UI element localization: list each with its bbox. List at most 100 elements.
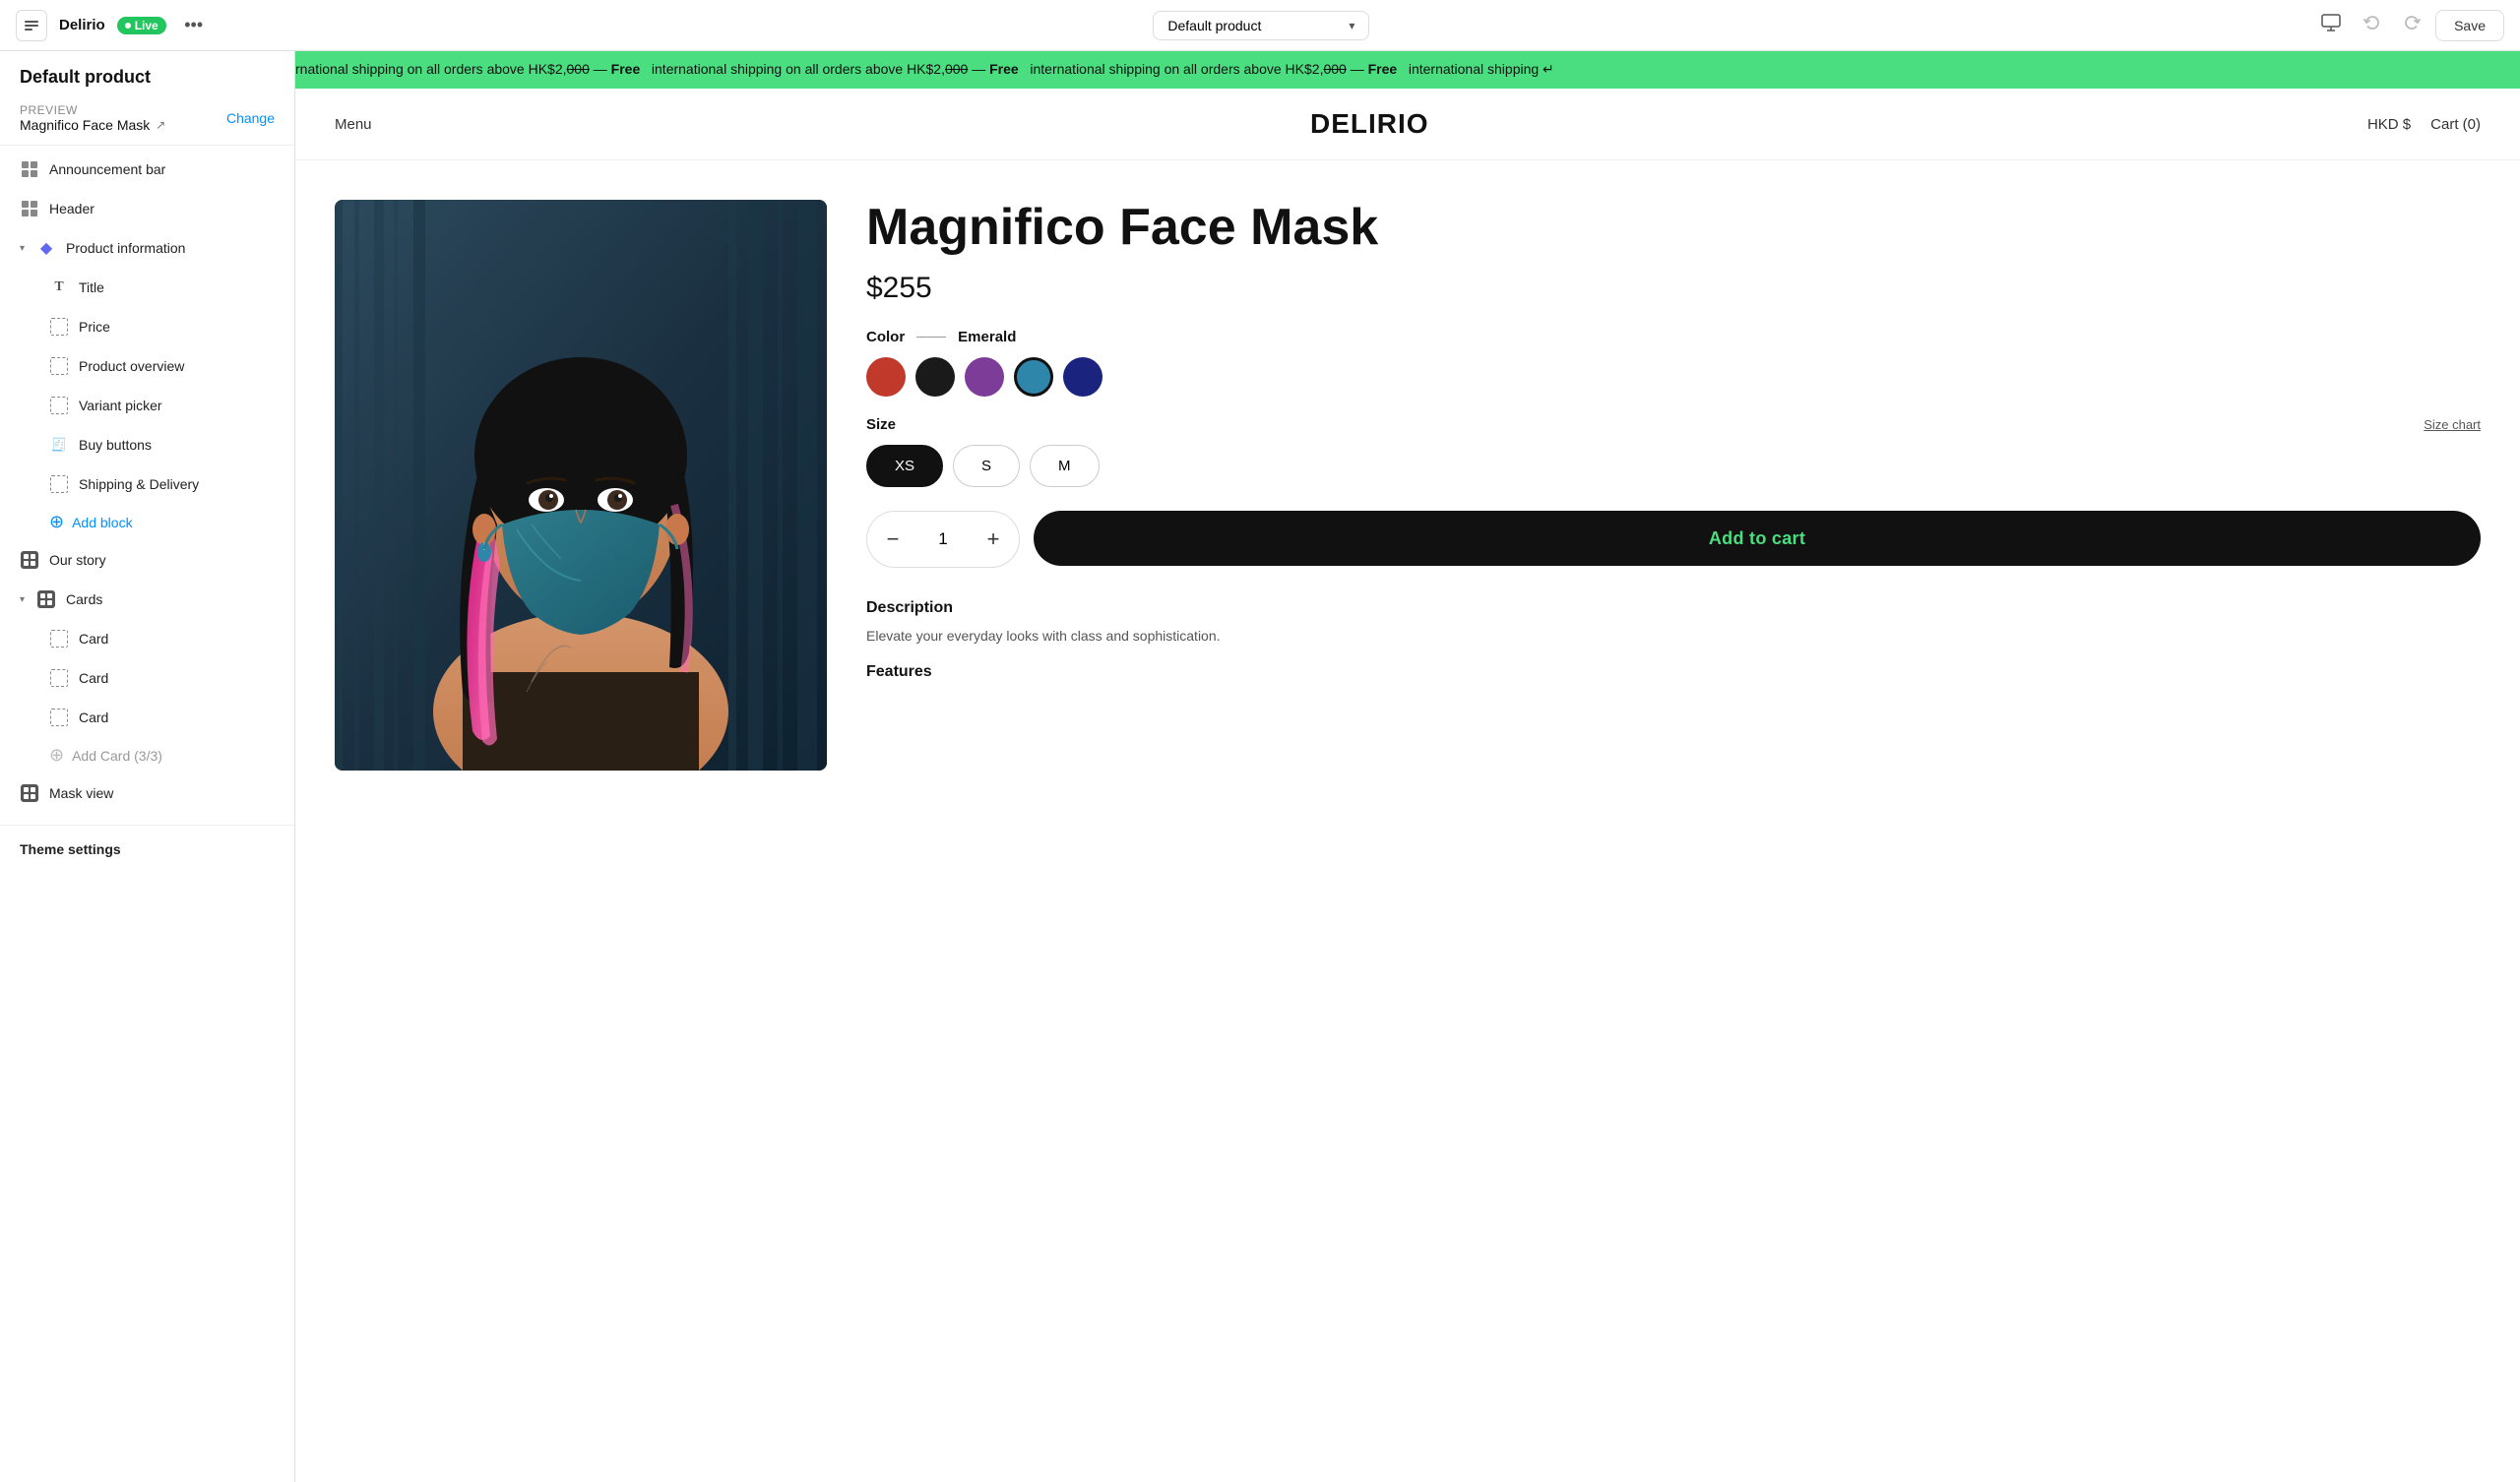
product-overview-icon — [49, 356, 69, 376]
sidebar-header: Default product — [0, 51, 294, 95]
live-label: Live — [135, 19, 158, 32]
product-image-svg — [335, 200, 827, 771]
add-block-label: Add block — [72, 515, 132, 530]
description-title: Description — [866, 599, 2481, 617]
redo-button[interactable] — [2396, 10, 2427, 41]
content-area: rnational shipping on all orders above H… — [295, 51, 2520, 1482]
back-button[interactable] — [16, 10, 47, 41]
shipping-label: Shipping & Delivery — [79, 476, 199, 492]
size-btn-s[interactable]: S — [953, 445, 1020, 487]
sidebar-item-variant-picker[interactable]: Variant picker — [0, 386, 294, 425]
color-swatch-teal[interactable] — [1014, 357, 1053, 397]
description-section: Description Elevate your everyday looks … — [866, 599, 2481, 680]
topbar-right: Save — [2313, 8, 2504, 43]
mask-view-icon — [20, 783, 39, 803]
monitor-button[interactable] — [2313, 8, 2349, 43]
size-label: Size — [866, 416, 896, 433]
change-button[interactable]: Change — [226, 110, 275, 126]
quantity-row: − 1 + Add to cart — [866, 511, 2481, 568]
header-icon — [20, 199, 39, 218]
card-3-icon — [49, 708, 69, 727]
save-button[interactable]: Save — [2435, 10, 2504, 41]
live-dot — [125, 23, 131, 29]
product-information-label: Product information — [66, 240, 185, 256]
size-chart-link[interactable]: Size chart — [2424, 417, 2481, 432]
color-value: Emerald — [958, 329, 1016, 345]
add-block-icon: ⊕ — [49, 512, 64, 532]
currency-selector[interactable]: HKD $ — [2367, 116, 2411, 133]
card-3-label: Card — [79, 710, 108, 725]
quantity-decrease-button[interactable]: − — [867, 512, 918, 567]
color-option-header: Color Emerald — [866, 329, 2481, 345]
sidebar-item-card-1[interactable]: Card — [0, 619, 294, 658]
sidebar-item-card-2[interactable]: Card — [0, 658, 294, 698]
quantity-increase-button[interactable]: + — [968, 512, 1019, 567]
product-price: $255 — [866, 272, 2481, 305]
topbar-center: Default product ▾ — [221, 11, 2301, 40]
sidebar-item-announcement-bar[interactable]: Announcement bar — [0, 150, 294, 189]
cards-label: Cards — [66, 591, 102, 607]
color-divider — [916, 337, 946, 338]
sidebar-item-shipping[interactable]: Shipping & Delivery — [0, 464, 294, 504]
more-button[interactable]: ••• — [178, 10, 210, 41]
price-label: Price — [79, 319, 110, 335]
color-label: Color — [866, 329, 905, 345]
live-badge: Live — [117, 17, 166, 34]
sidebar: Default product PREVIEW Magnifico Face M… — [0, 51, 295, 1482]
add-to-cart-button[interactable]: Add to cart — [1034, 511, 2481, 566]
color-swatch-black[interactable] — [915, 357, 955, 397]
title-label: Title — [79, 279, 104, 295]
theme-settings[interactable]: Theme settings — [0, 825, 294, 873]
preview-label: PREVIEW — [20, 103, 165, 117]
undo-button[interactable] — [2357, 10, 2388, 41]
sidebar-item-header[interactable]: Header — [0, 189, 294, 228]
card-1-icon — [49, 629, 69, 648]
card-2-icon — [49, 668, 69, 688]
sidebar-item-our-story[interactable]: Our story — [0, 540, 294, 580]
color-option-row: Color Emerald — [866, 329, 2481, 397]
size-options: XS S M — [866, 445, 2481, 487]
sidebar-preview-row: PREVIEW Magnifico Face Mask ↗ Change — [0, 95, 294, 146]
quantity-control: − 1 + — [866, 511, 1020, 568]
sidebar-item-price[interactable]: Price — [0, 307, 294, 346]
product-dropdown[interactable]: Default product ▾ — [1153, 11, 1369, 40]
sidebar-item-buy-buttons[interactable]: 🧾 Buy buttons — [0, 425, 294, 464]
preview-product-name: Magnifico Face Mask — [20, 117, 150, 133]
sidebar-item-mask-view[interactable]: Mask view — [0, 773, 294, 813]
expand-arrow-icon: ▾ — [20, 243, 25, 254]
size-btn-xs[interactable]: XS — [866, 445, 943, 487]
product-details: Magnifico Face Mask $255 Color Emerald — [866, 200, 2481, 1443]
color-swatch-navy[interactable] — [1063, 357, 1102, 397]
card-2-label: Card — [79, 670, 108, 686]
announcement-bar-label: Announcement bar — [49, 161, 165, 177]
color-swatch-red[interactable] — [866, 357, 906, 397]
store-header: Menu DELIRIO HKD $ Cart (0) — [295, 89, 2520, 160]
preview-section: PREVIEW Magnifico Face Mask ↗ — [20, 103, 165, 133]
size-btn-m[interactable]: M — [1030, 445, 1100, 487]
dropdown-value: Default product — [1167, 18, 1261, 33]
chevron-down-icon: ▾ — [1349, 19, 1354, 32]
product-name: Magnifico Face Mask — [866, 200, 2481, 256]
topbar: Delirio Live ••• Default product ▾ — [0, 0, 2520, 51]
sidebar-nav: Announcement bar Header ▾ ◆ Product info… — [0, 146, 294, 817]
sidebar-item-cards[interactable]: ▾ Cards — [0, 580, 294, 619]
card-1-label: Card — [79, 631, 108, 647]
add-card-label: Add Card (3/3) — [72, 748, 162, 764]
cart-button[interactable]: Cart (0) — [2430, 116, 2481, 133]
add-card-button[interactable]: ⊕ Add Card (3/3) — [0, 737, 294, 773]
sidebar-item-card-3[interactable]: Card — [0, 698, 294, 737]
sidebar-item-product-overview[interactable]: Product overview — [0, 346, 294, 386]
product-image — [335, 200, 827, 771]
price-icon — [49, 317, 69, 337]
announcement-bar-content: rnational shipping on all orders above H… — [295, 51, 2520, 89]
store-nav[interactable]: Menu — [335, 116, 372, 133]
color-swatch-purple[interactable] — [965, 357, 1004, 397]
our-story-icon — [20, 550, 39, 570]
buy-buttons-label: Buy buttons — [79, 437, 152, 453]
add-block-button[interactable]: ⊕ Add block — [0, 504, 294, 540]
main-layout: Default product PREVIEW Magnifico Face M… — [0, 51, 2520, 1482]
color-swatches — [866, 357, 2481, 397]
description-text: Elevate your everyday looks with class a… — [866, 625, 2481, 647]
sidebar-item-product-information[interactable]: ▾ ◆ Product information — [0, 228, 294, 268]
sidebar-item-title[interactable]: T Title — [0, 268, 294, 307]
